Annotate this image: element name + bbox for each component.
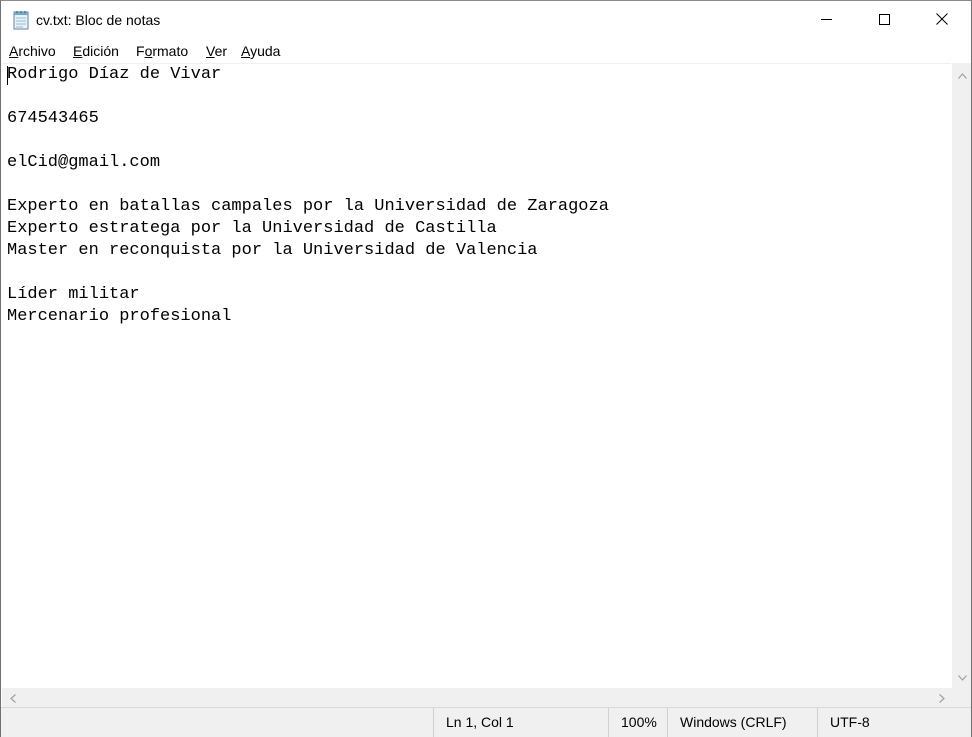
menu-ayuda-rest: yuda bbox=[250, 43, 281, 59]
menu-edicion-rest: dición bbox=[82, 43, 119, 59]
menu-archivo[interactable]: Archivo bbox=[9, 42, 56, 61]
status-bar: Ln 1, Col 1 100% Windows (CRLF) UTF-8 bbox=[1, 707, 971, 737]
scroll-down-button[interactable] bbox=[953, 667, 972, 684]
minimize-icon bbox=[820, 12, 832, 28]
notepad-window: cv.txt: Bloc de notas Archivo Edición Fo… bbox=[0, 0, 972, 737]
document-line: Rodrigo Díaz de Vivar bbox=[7, 65, 222, 84]
scrollbar-corner bbox=[952, 688, 971, 707]
menu-formato-rest: rmato bbox=[152, 43, 189, 59]
document-line: Mercenario profesional bbox=[7, 307, 232, 326]
status-zoom: 100% bbox=[608, 708, 667, 737]
scroll-up-button[interactable] bbox=[953, 65, 972, 82]
chevron-up-icon bbox=[958, 66, 967, 82]
menu-archivo-rest: rchivo bbox=[18, 43, 56, 59]
menu-formato[interactable]: Formato bbox=[136, 42, 188, 61]
status-cursor-position: Ln 1, Col 1 bbox=[433, 708, 608, 737]
notepad-icon[interactable] bbox=[12, 10, 31, 30]
close-icon bbox=[936, 12, 948, 28]
horizontal-scrollbar[interactable] bbox=[2, 688, 952, 707]
text-editor[interactable]: Rodrigo Díaz de Vivar 674543465 elCid@gm… bbox=[2, 63, 951, 688]
menu-ver[interactable]: Ver bbox=[206, 42, 227, 61]
minimize-button[interactable] bbox=[797, 1, 855, 39]
title-bar[interactable]: cv.txt: Bloc de notas bbox=[1, 1, 971, 39]
chevron-left-icon bbox=[9, 690, 16, 706]
chevron-down-icon bbox=[958, 668, 967, 684]
menu-edicion[interactable]: Edición bbox=[73, 42, 119, 61]
menu-archivo-accel: A bbox=[9, 43, 19, 59]
menu-ayuda-accel: A bbox=[241, 43, 251, 59]
menu-ver-accel: V bbox=[206, 43, 215, 59]
scroll-right-button[interactable] bbox=[933, 688, 950, 707]
document-line: Experto estratega por la Universidad de … bbox=[7, 219, 497, 238]
menu-ayuda[interactable]: Ayuda bbox=[241, 42, 280, 61]
maximize-icon bbox=[878, 12, 890, 28]
document-line: Experto en batallas campales por la Univ… bbox=[7, 197, 609, 216]
document-line: Master en reconquista por la Universidad… bbox=[7, 241, 538, 260]
menu-bar: Archivo Edición Formato Ver Ayuda bbox=[1, 39, 971, 63]
vertical-scrollbar[interactable] bbox=[952, 63, 971, 688]
status-encoding: UTF-8 bbox=[817, 708, 971, 737]
menu-ver-rest: er bbox=[214, 43, 228, 59]
maximize-button[interactable] bbox=[855, 1, 913, 39]
status-line-endings: Windows (CRLF) bbox=[667, 708, 817, 737]
window-title: cv.txt: Bloc de notas bbox=[36, 12, 161, 28]
document-line: elCid@gmail.com bbox=[7, 153, 161, 172]
scroll-left-button[interactable] bbox=[4, 688, 21, 707]
menu-edicion-accel: E bbox=[73, 43, 83, 59]
document-line: Líder militar bbox=[7, 285, 140, 304]
chevron-right-icon bbox=[938, 690, 945, 706]
document-line: 674543465 bbox=[7, 109, 99, 128]
close-button[interactable] bbox=[913, 1, 971, 39]
menu-formato-pre: F bbox=[136, 43, 145, 59]
